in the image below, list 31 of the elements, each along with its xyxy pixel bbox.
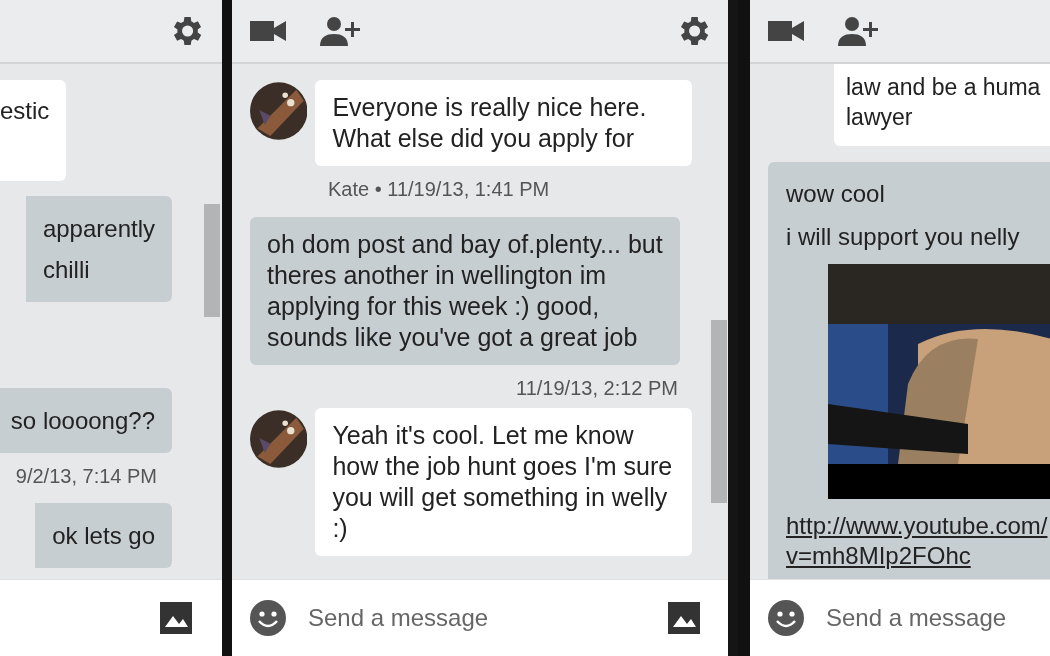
message-text: ok lets go xyxy=(52,521,155,551)
add-person-icon[interactable] xyxy=(838,16,878,46)
message-text: law and be a huma xyxy=(846,73,1041,102)
emoji-icon[interactable] xyxy=(768,600,804,636)
message-bar[interactable]: Send a message xyxy=(750,579,1050,656)
message-input[interactable]: Send a message xyxy=(306,603,550,633)
message-text: oh dom post and bay of.plenty... but theres another in wellington im applying for this week :) good, sounds like you've got a great job xyxy=(267,229,663,353)
message-text: Yeah it's cool. Let me know how the job hunt goes I'm sure you will get something in welly :) xyxy=(332,420,674,544)
message-text: so loooong?? xyxy=(10,406,155,436)
message-text: estic xyxy=(0,96,50,126)
video-call-icon[interactable] xyxy=(250,19,286,43)
image-icon[interactable] xyxy=(160,602,192,634)
message-text: Everyone is really nice here. What else did you apply for xyxy=(332,92,648,154)
message-timestamp: Kate • 11/19/13, 1:41 PM xyxy=(328,178,550,201)
video-call-icon[interactable] xyxy=(768,19,804,43)
message-timestamp: 9/2/13, 7:14 PM xyxy=(15,465,157,488)
scrollbar[interactable] xyxy=(711,320,727,503)
video-link[interactable]: v=mh8MIp2FOhc xyxy=(786,541,971,571)
message-bar[interactable]: Send a message xyxy=(232,579,728,656)
emoji-icon[interactable] xyxy=(250,600,286,636)
message-timestamp: 11/19/13, 2:12 PM xyxy=(516,377,678,400)
message-text: chilli xyxy=(42,255,90,285)
add-person-icon[interactable] xyxy=(320,16,360,46)
message-text: apparently xyxy=(42,214,155,244)
message-text: i will support you nelly xyxy=(786,222,1020,252)
video-link[interactable]: http://www.youtube.com/ xyxy=(786,511,1048,541)
scrollbar[interactable] xyxy=(204,204,220,317)
message-input[interactable]: Send a message xyxy=(824,603,1032,633)
image-icon[interactable] xyxy=(668,602,700,634)
message-text: lawyer xyxy=(846,103,913,132)
message-text: wow cool xyxy=(786,179,885,209)
